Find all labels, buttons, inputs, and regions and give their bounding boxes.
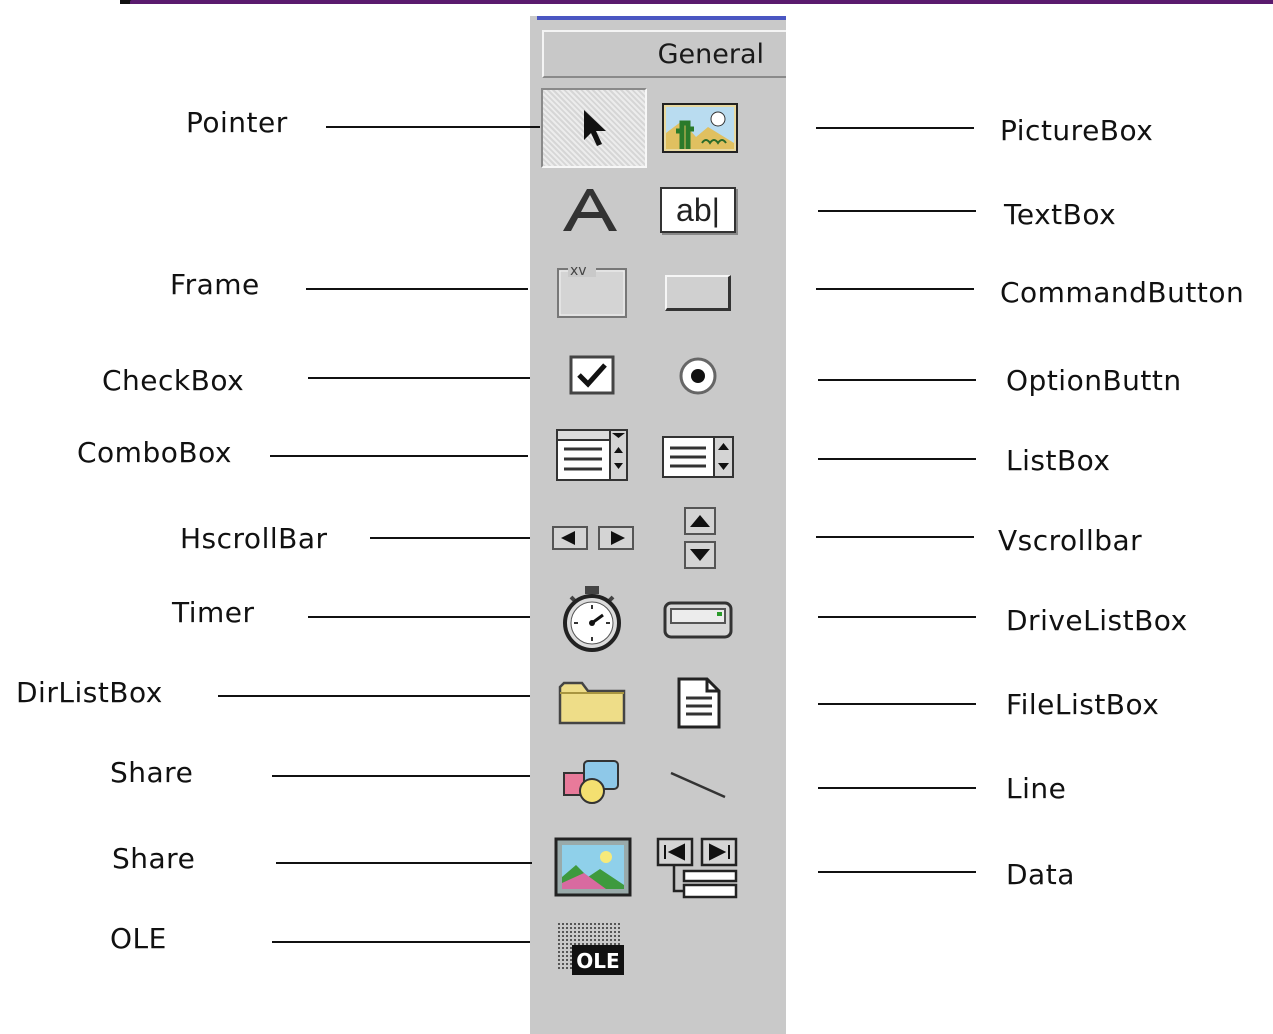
label-filelistbox: FileListBox: [1006, 688, 1160, 721]
shape-icon: [563, 760, 619, 804]
checkbox-tool[interactable]: [560, 346, 624, 404]
commandbutton-tool[interactable]: [660, 266, 736, 320]
leader-line-filelistbox: [818, 703, 976, 705]
leader-line-checkbox: [308, 377, 530, 379]
label-image: Share: [112, 842, 196, 875]
hscrollbar-icon: [552, 526, 634, 550]
line-icon: [670, 771, 726, 799]
leader-line-data: [818, 871, 976, 873]
leader-line-line: [818, 787, 976, 789]
label-vscrollbar: Vscrollbar: [998, 524, 1143, 557]
label-pointer: Pointer: [186, 106, 288, 139]
leader-line-pointer: [326, 126, 540, 128]
optionbutton-tool[interactable]: [668, 348, 728, 404]
top-rule: [130, 0, 1273, 4]
leader-line-textbox: [818, 210, 976, 212]
label-line: Line: [1006, 772, 1067, 805]
label-optionbutton: OptionButtn: [1006, 364, 1182, 397]
frame-caption: xv: [570, 263, 587, 279]
optionbutton-icon: [679, 357, 717, 395]
leader-line-frame: [306, 288, 528, 290]
textbox-tool[interactable]: ab|: [656, 182, 740, 238]
image-icon: [554, 837, 632, 897]
leader-line-image: [276, 862, 532, 864]
data-icon: [656, 837, 738, 899]
timer-icon: [563, 586, 621, 652]
leader-line-optionbutton: [818, 379, 976, 381]
listbox-icon: [662, 436, 734, 478]
drivelistbox-tool[interactable]: [660, 594, 736, 646]
picturebox-tool[interactable]: [660, 96, 740, 160]
leader-line-vscrollbar: [816, 536, 974, 538]
label-ole: OLE: [110, 922, 167, 955]
label-shape: Share: [110, 756, 194, 789]
label-frame: Frame: [170, 268, 260, 301]
textbox-glyph: ab|: [676, 191, 720, 228]
filelistbox-icon: [677, 677, 721, 729]
textbox-icon: ab|: [660, 187, 736, 233]
frame-tool[interactable]: xv: [552, 258, 632, 324]
leader-line-listbox: [818, 458, 976, 460]
leader-line-timer: [308, 616, 530, 618]
label-listbox: ListBox: [1006, 444, 1111, 477]
frame-icon: xv: [557, 263, 627, 318]
leader-line-picturebox: [816, 127, 974, 129]
leader-line-dirlistbox: [218, 695, 530, 697]
pointer-icon: [584, 110, 606, 146]
label-timer: Timer: [172, 596, 255, 629]
commandbutton-icon: [665, 275, 731, 311]
label-dirlistbox: DirListBox: [16, 676, 163, 709]
label-commandbutton: CommandButton: [1000, 276, 1245, 309]
leader-line-hscrollbar: [370, 537, 530, 539]
data-tool[interactable]: [652, 832, 744, 904]
label-combobox: ComboBox: [77, 436, 232, 469]
listbox-tool[interactable]: [656, 428, 740, 486]
ole-tool[interactable]: OLE: [552, 912, 632, 982]
label-checkbox: CheckBox: [102, 364, 245, 397]
leader-line-ole: [272, 941, 530, 943]
leader-line-combobox: [270, 455, 528, 457]
vscrollbar-icon: [684, 507, 716, 569]
label-tool[interactable]: [552, 178, 632, 242]
pointer-tool[interactable]: [541, 88, 647, 168]
label-data: Data: [1006, 858, 1075, 891]
toolbox-titlebar-edge: [537, 16, 786, 20]
shape-tool[interactable]: [554, 752, 630, 812]
dirlistbox-tool[interactable]: [554, 672, 630, 732]
label-drivelistbox: DriveListBox: [1006, 604, 1188, 637]
label-textbox: TextBox: [1004, 198, 1117, 231]
filelistbox-tool[interactable]: [664, 672, 734, 734]
image-tool[interactable]: [550, 832, 636, 902]
combobox-tool[interactable]: [552, 424, 632, 486]
toolbox-general-tab[interactable]: General: [542, 30, 786, 78]
ole-icon: OLE: [558, 921, 624, 975]
leader-line-drivelistbox: [818, 616, 976, 618]
picturebox-icon: [662, 103, 738, 153]
line-tool[interactable]: [660, 756, 736, 812]
drivelistbox-icon: [663, 601, 733, 639]
leader-line-shape: [272, 775, 530, 777]
ole-badge: OLE: [576, 949, 619, 973]
timer-tool[interactable]: [554, 584, 630, 654]
label-icon: [563, 189, 617, 231]
dirlistbox-icon: [558, 681, 626, 725]
combobox-icon: [556, 429, 628, 481]
hscrollbar-tool[interactable]: [546, 510, 640, 566]
label-hscrollbar: HscrollBar: [180, 522, 328, 555]
checkbox-icon: [569, 355, 615, 395]
leader-line-commandbutton: [816, 288, 974, 290]
label-picturebox: PictureBox: [1000, 114, 1154, 147]
vscrollbar-tool[interactable]: [670, 502, 730, 574]
